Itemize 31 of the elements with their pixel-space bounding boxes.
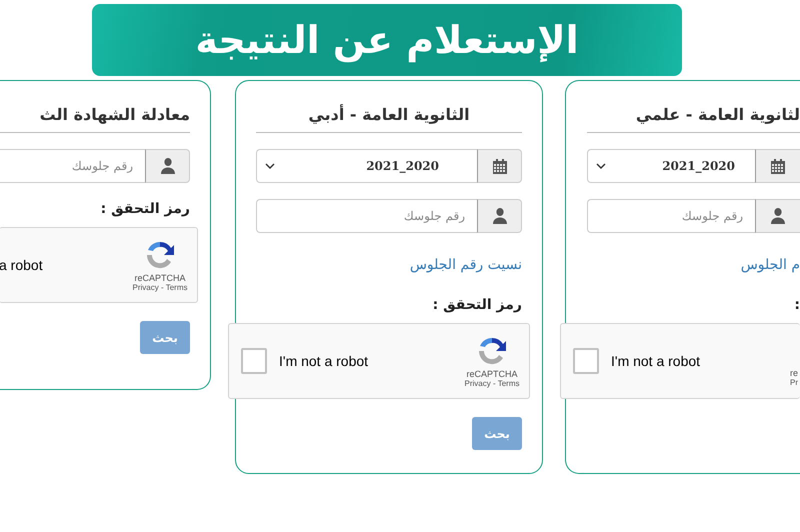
captcha-checkbox[interactable] (241, 348, 267, 374)
user-icon (492, 208, 506, 224)
chevron-down-icon (265, 163, 275, 169)
seat-number-field[interactable]: رقم جلوسك (587, 199, 755, 233)
card-title: الثانوية العامة - أدبي (256, 105, 522, 133)
banner-title: الإستعلام عن النتيجة (195, 18, 579, 62)
calendar-icon (771, 158, 785, 174)
card-title: معادلة الشهادة الث (0, 105, 190, 133)
chevron-down-icon (596, 163, 606, 169)
privacy-terms-link[interactable]: Pr (790, 378, 798, 386)
captcha-text: I'm not a robot (611, 353, 700, 369)
forgot-seat-link[interactable]: م الجلوس (587, 257, 800, 273)
privacy-terms-link[interactable]: Privacy - Terms (132, 282, 188, 292)
captcha-label: رمز التحقق : (432, 297, 522, 313)
card-title: لثانوية العامة - علمي (587, 105, 800, 133)
recaptcha-brand: reCAPTCHA (134, 272, 186, 282)
seat-number-field[interactable]: رقم جلوسك (0, 149, 145, 183)
recaptcha-brand: reCAPTCHA (466, 368, 518, 378)
user-icon (160, 158, 174, 174)
user-icon (771, 208, 785, 224)
captcha-checkbox[interactable] (573, 348, 599, 374)
seat-number-field[interactable]: رقم جلوسك (256, 199, 477, 233)
captcha-label: رمز التحقق : (100, 201, 190, 217)
privacy-terms-link[interactable]: Privacy - Terms (464, 378, 520, 388)
year-select[interactable]: 2021_2020 (256, 149, 477, 183)
recaptcha-brand: re (790, 368, 798, 378)
captcha-label: : (793, 297, 800, 313)
forgot-seat-link[interactable]: نسيت رقم الجلوس (256, 257, 522, 273)
calendar-icon (492, 158, 506, 174)
captcha-text: I'm not a robot (279, 353, 368, 369)
year-select[interactable]: 2021_2020 (587, 149, 755, 183)
